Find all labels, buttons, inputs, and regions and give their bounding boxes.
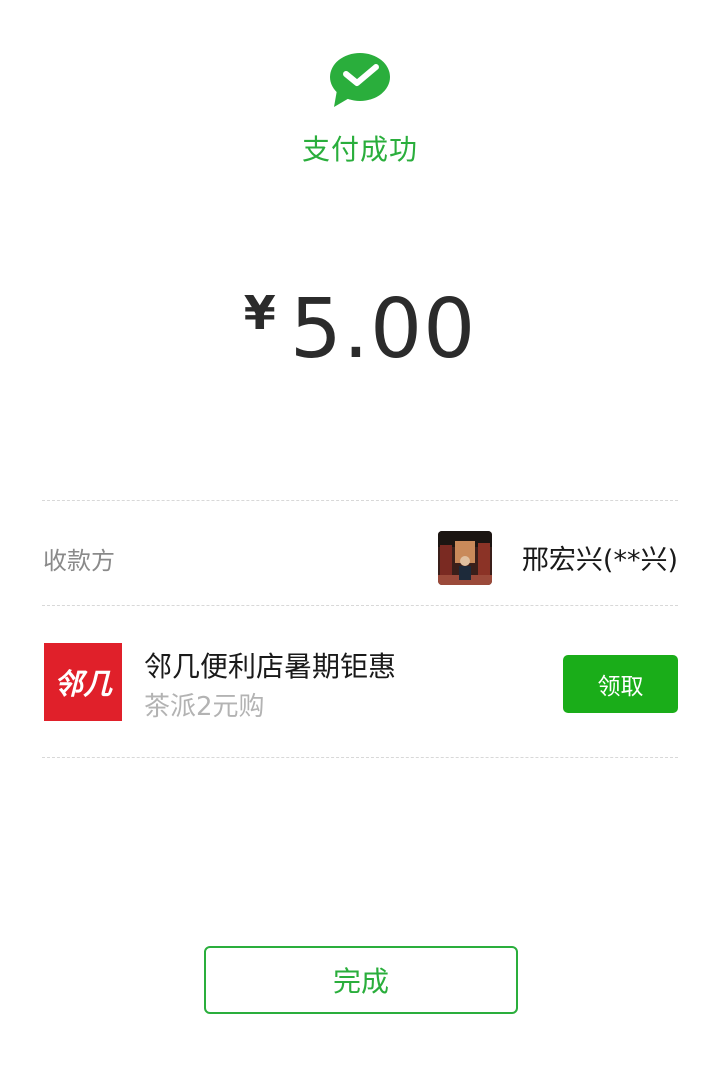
- payee-avatar: [438, 531, 492, 585]
- wechat-pay-check-icon: [330, 53, 390, 107]
- divider: [42, 757, 678, 758]
- promo-subtitle: 茶派2元购: [144, 692, 265, 722]
- divider: [42, 500, 678, 501]
- done-button[interactable]: 完成: [204, 946, 518, 1014]
- promo-title: 邻几便利店暑期钜惠: [144, 650, 397, 683]
- amount-value: 5.00: [289, 282, 477, 377]
- divider: [42, 605, 678, 606]
- payment-amount: ¥5.00: [0, 282, 720, 377]
- payee-name: 邢宏兴(**兴): [521, 545, 678, 576]
- payment-status-title: 支付成功: [301, 133, 418, 166]
- currency-symbol: ¥: [243, 286, 276, 340]
- claim-button[interactable]: 领取: [563, 655, 678, 713]
- promo-merchant-logo: 邻几: [44, 643, 122, 721]
- payee-label: 收款方: [43, 547, 115, 575]
